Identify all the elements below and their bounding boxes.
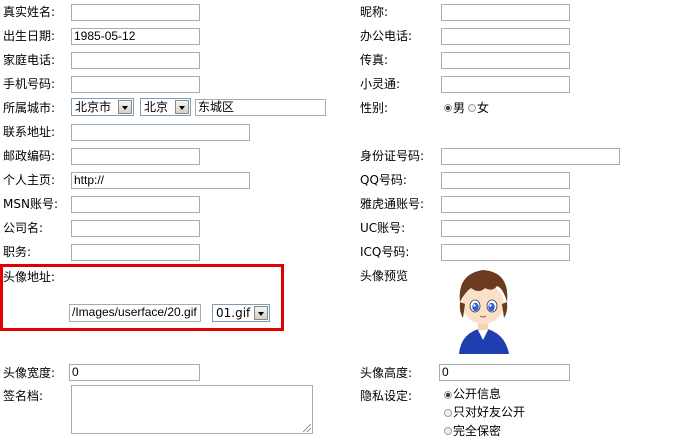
nickname-label: 昵称: <box>360 5 389 19</box>
homepage-label: 个人主页: <box>3 173 56 187</box>
privacy-option-friends: 只对好友公开 <box>453 405 526 419</box>
fax-label: 传真: <box>360 53 389 67</box>
chevron-down-icon <box>118 100 132 114</box>
chevron-down-icon <box>175 100 189 114</box>
fax-input[interactable] <box>441 52 570 69</box>
icq-input[interactable] <box>441 244 570 261</box>
gender-option-female: 女 <box>477 101 490 115</box>
privacy-radio-private[interactable] <box>444 427 452 435</box>
msn-input[interactable] <box>71 196 200 213</box>
gender-option-male: 男 <box>453 101 466 115</box>
position-input[interactable] <box>71 244 200 261</box>
avatar-url-input[interactable]: /Images/userface/20.gif <box>69 304 201 322</box>
gender-radio-male[interactable] <box>444 104 452 112</box>
birth-date-input[interactable]: 1985-05-12 <box>71 28 200 45</box>
birth-date-label: 出生日期: <box>3 29 56 43</box>
home-phone-label: 家庭电话: <box>3 53 56 67</box>
city-label: 所属城市: <box>3 101 56 115</box>
phs-label: 小灵通: <box>360 77 401 91</box>
gender-radio-female[interactable] <box>468 104 476 112</box>
office-phone-input[interactable] <box>441 28 570 45</box>
mobile-label: 手机号码: <box>3 77 56 91</box>
homepage-input[interactable]: http:// <box>71 172 250 189</box>
address-label: 联系地址: <box>3 125 56 139</box>
id-number-label: 身份证号码: <box>360 149 425 163</box>
privacy-radio-public[interactable] <box>444 391 452 399</box>
gender-label: 性别: <box>360 101 389 115</box>
home-phone-input[interactable] <box>71 52 200 69</box>
qq-label: QQ号码: <box>360 173 407 187</box>
city-select-value: 北京 <box>144 100 169 114</box>
yahoo-input[interactable] <box>441 196 570 213</box>
avatar-width-input[interactable]: 0 <box>69 364 200 381</box>
avatar-height-input[interactable]: 0 <box>439 364 570 381</box>
resize-grip-icon[interactable] <box>303 424 311 432</box>
real-name-input[interactable] <box>71 4 200 21</box>
avatar-url-label: 头像地址: <box>3 270 56 284</box>
privacy-label: 隐私设定: <box>360 389 413 403</box>
postcode-input[interactable] <box>71 148 200 165</box>
signature-label: 签名档: <box>3 389 44 403</box>
icq-label: ICQ号码: <box>360 245 410 259</box>
privacy-option-public: 公开信息 <box>453 387 502 401</box>
avatar-width-label: 头像宽度: <box>3 366 56 380</box>
id-number-input[interactable] <box>441 148 620 165</box>
nickname-input[interactable] <box>441 4 570 21</box>
address-input[interactable] <box>71 124 250 141</box>
avatar-file-select-value: 01.gif <box>216 306 251 320</box>
anime-boy-avatar-icon <box>459 270 509 354</box>
office-phone-label: 办公电话: <box>360 29 413 43</box>
privacy-radio-friends[interactable] <box>444 409 452 417</box>
phs-input[interactable] <box>441 76 570 93</box>
chevron-down-icon <box>254 306 268 320</box>
district-input[interactable]: 东城区 <box>195 99 326 116</box>
real-name-label: 真实姓名: <box>3 5 56 19</box>
avatar-file-select[interactable]: 01.gif <box>212 304 270 322</box>
province-select-value: 北京市 <box>75 100 112 114</box>
signature-textarea[interactable] <box>71 385 313 434</box>
mobile-input[interactable] <box>71 76 200 93</box>
avatar-preview-label: 头像预览 <box>360 269 409 283</box>
province-select[interactable]: 北京市 <box>71 98 134 116</box>
uc-input[interactable] <box>441 220 570 237</box>
privacy-option-private: 完全保密 <box>453 424 502 438</box>
company-label: 公司名: <box>3 221 44 235</box>
avatar-preview-image <box>459 270 509 354</box>
city-select[interactable]: 北京 <box>140 98 191 116</box>
avatar-height-label: 头像高度: <box>360 366 413 380</box>
qq-input[interactable] <box>441 172 570 189</box>
yahoo-label: 雅虎通账号: <box>360 197 425 211</box>
msn-label: MSN账号: <box>3 197 58 211</box>
company-input[interactable] <box>71 220 200 237</box>
postcode-label: 邮政编码: <box>3 149 56 163</box>
position-label: 职务: <box>3 245 32 259</box>
uc-label: UC账号: <box>360 221 406 235</box>
